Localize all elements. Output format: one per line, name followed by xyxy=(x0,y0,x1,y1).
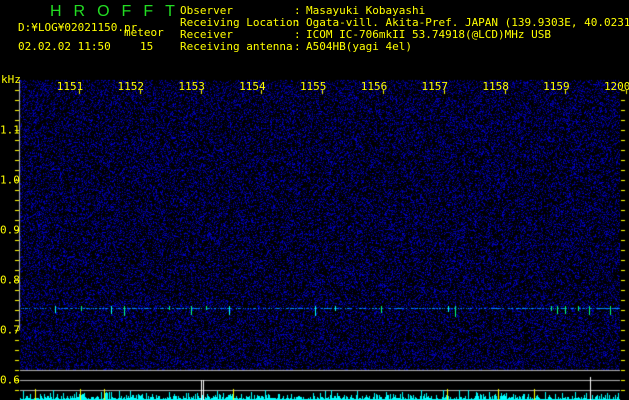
x-tick-label: 1157 xyxy=(421,80,449,93)
y-tick-label: 0.6 xyxy=(0,373,20,387)
datetime: 02.02.02 11:50 xyxy=(18,40,111,53)
x-tick-label: 1153 xyxy=(178,80,205,93)
y-tick-label: 1.0 xyxy=(0,173,20,187)
x-tick-label: 1156 xyxy=(360,80,388,93)
x-tick-label: 1159 xyxy=(543,80,570,93)
y-tick-label: 1.1 xyxy=(0,123,20,137)
info-label: Receiving antenna xyxy=(180,40,293,53)
app-title: HROFFT xyxy=(50,3,187,20)
mode-label: meteor xyxy=(124,26,164,39)
x-tick-label: 1158 xyxy=(482,80,509,93)
antenna-value: A504HB(yagi 4el) xyxy=(306,40,412,53)
y-tick-label: 0.7 xyxy=(0,323,20,337)
x-tick-label: 1151 xyxy=(56,80,84,93)
y-axis-unit: kHz xyxy=(1,73,21,86)
y-tick-label: 0.8 xyxy=(0,273,20,287)
y-tick-label: 0.9 xyxy=(0,223,20,237)
x-tick-label: 1154 xyxy=(239,80,266,93)
info-sep: : xyxy=(294,40,301,53)
file-path: D:¥LOG¥02021150.pr xyxy=(18,21,138,34)
x-tick-label: 1152 xyxy=(117,80,145,93)
spectrogram xyxy=(0,0,629,400)
x-tick-label: 1200 xyxy=(603,80,629,93)
x-tick-label: 1155 xyxy=(299,80,327,93)
count: 15 xyxy=(140,40,154,53)
